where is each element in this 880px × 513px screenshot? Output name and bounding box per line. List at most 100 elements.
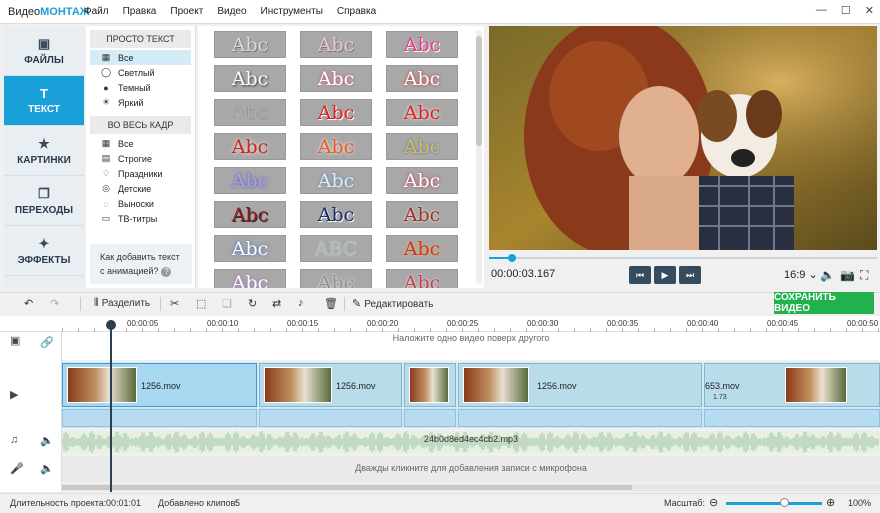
text-style-tile[interactable]: Abc (300, 167, 372, 194)
minimize-button[interactable]: — (816, 4, 827, 17)
sidebar-item-transitions[interactable]: ❐ ПЕРЕХОДЫ (4, 176, 84, 226)
timeline-scrollbar-thumb[interactable] (62, 485, 632, 490)
subtitle-segment[interactable] (62, 409, 257, 427)
music-note-icon[interactable]: ♫ (10, 434, 18, 446)
delete-icon[interactable]: 🗑 (324, 297, 338, 310)
category-item[interactable]: ▦ Все (90, 136, 191, 151)
zoom-slider[interactable] (726, 502, 822, 505)
overlay-track[interactable]: Наложите одно видео поверх другого (62, 332, 880, 360)
copy-icon[interactable]: ❑ (222, 297, 232, 310)
help-question-icon[interactable]: ? (161, 267, 172, 277)
save-video-button[interactable]: СОХРАНИТЬ ВИДЕО (774, 292, 874, 314)
category-item[interactable]: ▤ Строгие (90, 151, 191, 166)
menu-project[interactable]: Проект (170, 6, 203, 17)
sidebar-item-pictures[interactable]: ★ КАРТИНКИ (4, 126, 84, 176)
text-style-tile[interactable]: Abc (386, 235, 458, 262)
video-clip[interactable]: 1256.mov (458, 363, 702, 407)
text-style-tile[interactable]: Abc (214, 269, 286, 288)
text-style-tile[interactable]: Abc (300, 31, 372, 58)
menu-edit[interactable]: Правка (123, 6, 157, 17)
mic-speaker-icon[interactable]: 🔈 (40, 462, 54, 475)
zoom-in-icon[interactable]: ⊕ (826, 496, 835, 509)
maximize-button[interactable]: ☐ (841, 4, 851, 17)
close-button[interactable]: ✕ (865, 4, 874, 17)
rotate-icon[interactable]: ↻ (248, 297, 257, 310)
fullscreen-icon[interactable]: ⛶ (860, 268, 868, 283)
text-style-tile[interactable]: Abc (300, 269, 372, 288)
playback-progress[interactable] (489, 254, 877, 262)
video-camera-icon[interactable]: ▶ (10, 388, 18, 401)
speaker-icon[interactable]: 🔈 (40, 434, 54, 447)
redo-icon[interactable]: ↷ (50, 297, 59, 310)
text-style-tile[interactable]: Abc (300, 65, 372, 92)
text-style-tile[interactable]: Abc (214, 201, 286, 228)
category-item[interactable]: ▦ Все (90, 50, 191, 65)
microphone-track[interactable]: Дважды кликните для добавления записи с … (62, 456, 880, 482)
text-style-tile[interactable]: Abc (300, 99, 372, 126)
video-preview[interactable] (489, 26, 877, 250)
category-item[interactable]: ◯ Светлый (90, 65, 191, 80)
menu-help[interactable]: Справка (337, 6, 376, 17)
split-button[interactable]: ⫴ Разделить (94, 297, 150, 310)
text-style-tile[interactable]: Abc (214, 167, 286, 194)
next-frame-button[interactable]: ⏭ (679, 266, 701, 284)
video-track[interactable]: 1256.mov 1256.mov 1256.mov 653.mov 1.73 (62, 362, 880, 408)
category-item[interactable]: ◎ Детские (90, 181, 191, 196)
category-item[interactable]: ♢ Праздники (90, 166, 191, 181)
video-clip[interactable]: 1256.mov (259, 363, 402, 407)
menu-video[interactable]: Видео (217, 6, 246, 17)
timeline-ruler[interactable]: 00:00:05 00:00:10 00:00:15 00:00:20 00:00:25… (0, 316, 880, 332)
text-style-tile[interactable]: Abc (214, 31, 286, 58)
styles-scrollbar-thumb[interactable] (476, 36, 482, 146)
menu-file[interactable]: Файл (84, 6, 109, 17)
undo-icon[interactable]: ↶ (24, 297, 33, 310)
crop-icon[interactable]: ⬚ (196, 297, 206, 310)
snapshot-icon[interactable]: 📷 (840, 268, 855, 282)
text-style-tile[interactable]: Abc (386, 269, 458, 288)
edit-button[interactable]: ✎ Редактировать (352, 297, 433, 310)
category-item[interactable]: ▭ ТВ-титры (90, 211, 191, 226)
prev-frame-button[interactable]: ⏮ (629, 266, 651, 284)
progress-knob[interactable] (508, 254, 517, 262)
video-clip[interactable] (404, 363, 456, 407)
text-style-tile[interactable]: Abc (214, 235, 286, 262)
text-style-tile[interactable]: Abc (300, 133, 372, 160)
timeline-scrollbar[interactable] (62, 484, 880, 491)
play-button[interactable]: ▶ (654, 266, 676, 284)
sound-icon[interactable]: ♪ (298, 297, 304, 309)
microphone-icon[interactable]: 🎤 (10, 462, 24, 475)
zoom-slider-knob[interactable] (779, 498, 789, 507)
text-style-tile[interactable]: ABC (300, 235, 372, 262)
category-item[interactable]: ☀ Яркий (90, 95, 191, 110)
text-style-tile[interactable]: Abc (214, 99, 286, 126)
playhead[interactable] (110, 320, 112, 492)
text-style-tile[interactable]: Abc (386, 65, 458, 92)
help-box[interactable]: Как добавить текст с анимацией?? (90, 244, 192, 284)
subtitle-segment[interactable] (404, 409, 456, 427)
video-clip[interactable]: 653.mov 1.73 (704, 363, 880, 407)
text-style-tile[interactable]: Abc (386, 31, 458, 58)
audio-track[interactable]: 24b0d8ed4ec4cb2.mp3 (61, 431, 880, 453)
text-style-tile[interactable]: Abc (300, 201, 372, 228)
category-item[interactable]: ● Темный (90, 80, 191, 95)
subtitle-segment[interactable] (259, 409, 402, 427)
subtitle-track[interactable] (62, 408, 880, 428)
text-style-tile[interactable]: Abc (386, 201, 458, 228)
volume-icon[interactable]: 🔈 (820, 268, 835, 282)
link-icon[interactable]: 🔗 (40, 336, 54, 349)
subtitle-segment[interactable] (704, 409, 880, 427)
text-style-tile[interactable]: Abc (386, 167, 458, 194)
menu-tools[interactable]: Инструменты (261, 6, 323, 17)
aspect-ratio-select[interactable]: 16:9 ⌄ (784, 268, 818, 281)
overlay-icon[interactable]: ▣ (10, 334, 20, 347)
sidebar-item-text[interactable]: T ТЕКСТ (4, 76, 84, 126)
text-style-tile[interactable]: Abc (214, 65, 286, 92)
replace-icon[interactable]: ⇄ (272, 297, 281, 310)
zoom-out-icon[interactable]: ⊖ (709, 496, 718, 509)
subtitle-segment[interactable] (458, 409, 702, 427)
cut-icon[interactable]: ✂ (170, 297, 179, 310)
text-style-tile[interactable]: Abc (386, 133, 458, 160)
category-item[interactable]: ◌ Выноски (90, 196, 191, 211)
sidebar-item-files[interactable]: ▣ ФАЙЛЫ (4, 26, 84, 76)
sidebar-item-effects[interactable]: ✦ ЭФФЕКТЫ (4, 226, 84, 276)
